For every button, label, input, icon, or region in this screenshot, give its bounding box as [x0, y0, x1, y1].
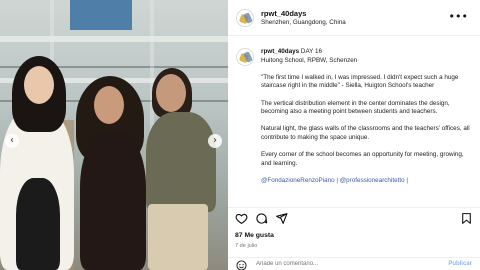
person-figure — [146, 112, 216, 212]
avatar[interactable] — [236, 9, 254, 27]
caption-tags[interactable]: @FondazioneRenzoPiano | @professionearch… — [261, 177, 475, 186]
like-count[interactable]: 87 Me gusta — [235, 232, 274, 239]
photo-background — [70, 0, 132, 30]
comment-bar: Publicar — [228, 257, 480, 270]
photo-background — [0, 36, 228, 42]
person-face — [94, 86, 124, 124]
caption-paragraph: Every corner of the school becomes an op… — [261, 151, 464, 167]
comment-input[interactable] — [256, 261, 406, 267]
person-face — [24, 66, 54, 104]
emoji-icon[interactable] — [236, 260, 247, 270]
more-options-button[interactable]: ••• — [449, 10, 468, 23]
comment-icon[interactable] — [255, 212, 268, 225]
post-username[interactable]: rpwt_40days — [261, 9, 306, 18]
caption-text: rpwt_40days DAY 16 Huitong School, RPBW,… — [261, 48, 475, 194]
heart-icon[interactable] — [235, 212, 248, 225]
caption-title: DAY 16 — [300, 48, 323, 55]
send-icon[interactable] — [275, 212, 288, 225]
person-face — [156, 74, 186, 112]
post-date: 7 de julio — [235, 243, 258, 249]
action-bar — [228, 207, 480, 227]
post-comment-button[interactable]: Publicar — [448, 261, 472, 267]
carousel-prev-button[interactable]: ‹ — [5, 134, 19, 148]
caption-username[interactable]: rpwt_40days — [261, 48, 299, 55]
person-figure — [16, 178, 60, 270]
person-figure — [80, 132, 146, 270]
caption: rpwt_40days DAY 16 Huitong School, RPBW,… — [228, 40, 480, 205]
more-horizontal-icon: ••• — [448, 10, 468, 23]
post-header: rpwt_40days Shenzhen, Guangdong, China •… — [228, 0, 480, 36]
person-figure — [148, 204, 208, 270]
chevron-right-icon: › — [213, 135, 217, 146]
bookmark-icon[interactable] — [460, 212, 473, 225]
post-detail-panel: rpwt_40days Shenzhen, Guangdong, China •… — [228, 0, 480, 270]
chevron-left-icon: ‹ — [10, 135, 14, 146]
avatar[interactable] — [236, 48, 254, 66]
carousel-next-button[interactable]: › — [208, 134, 222, 148]
caption-paragraph: Natural light, the glass walls of the cl… — [261, 125, 470, 141]
caption-paragraph: "The first time I walked in, I was impre… — [261, 73, 459, 90]
post-photo[interactable]: ‹ › — [0, 0, 228, 270]
post-location[interactable]: Shenzhen, Guangdong, China — [261, 19, 346, 26]
caption-subtitle: Huitong School, RPBW, Schenzen — [261, 56, 358, 64]
caption-paragraph: The vertical distribution element in the… — [261, 99, 450, 116]
